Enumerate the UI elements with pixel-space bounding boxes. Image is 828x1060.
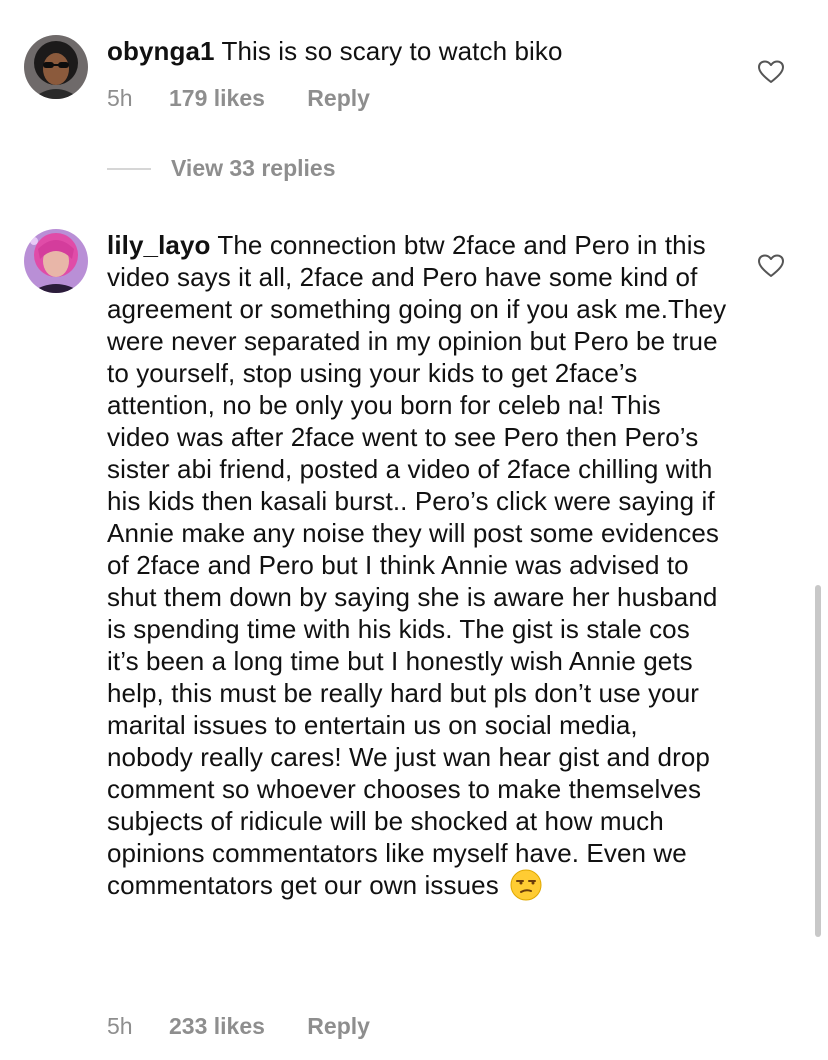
username[interactable]: lily_layo — [107, 230, 211, 260]
comment-meta: 5h 233 likes Reply — [107, 1013, 406, 1040]
comment-lily-layo: lily_layo The connection btw 2face and P… — [0, 0, 828, 1060]
likes-count[interactable]: 233 likes — [169, 1013, 265, 1039]
timestamp: 5h — [107, 1013, 133, 1039]
unamused-face-emoji — [510, 869, 542, 901]
scrollbar[interactable] — [815, 585, 821, 937]
comment-text: lily_layo The connection btw 2face and P… — [107, 229, 727, 901]
avatar[interactable] — [24, 229, 88, 293]
reply-button[interactable]: Reply — [307, 1013, 370, 1039]
avatar-image — [24, 229, 88, 293]
comment-body: The connection btw 2face and Pero in thi… — [107, 230, 727, 900]
heart-outline-icon[interactable] — [758, 254, 784, 278]
